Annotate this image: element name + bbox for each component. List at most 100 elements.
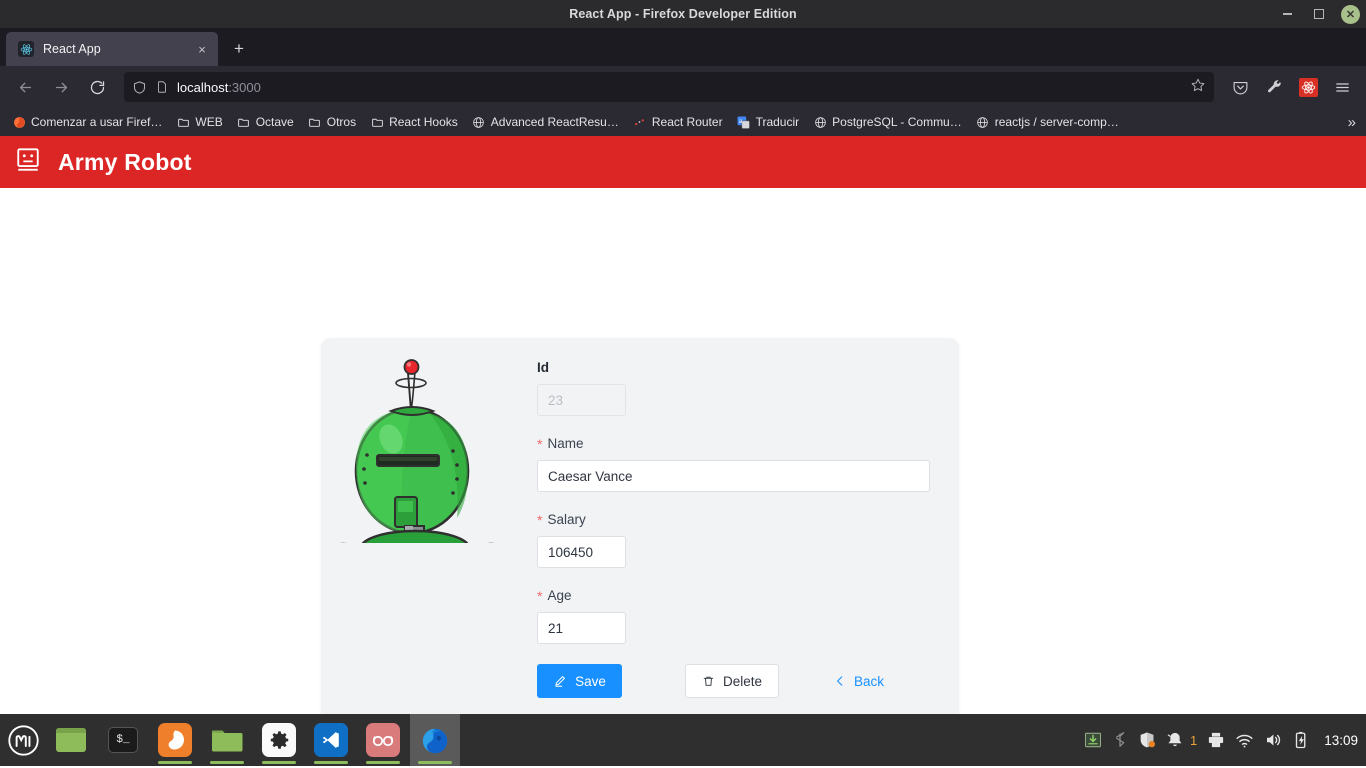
- globe-icon: [472, 115, 486, 129]
- field-group-id: Id 23: [537, 360, 931, 416]
- taskbar-item-settings[interactable]: [254, 714, 304, 766]
- glasses-icon: [366, 723, 400, 757]
- back-arrow-icon[interactable]: [10, 72, 40, 102]
- shield-icon[interactable]: [132, 80, 147, 95]
- app-header: Army Robot: [0, 136, 1366, 188]
- taskbar-item-show-desktop[interactable]: [46, 714, 96, 766]
- url-bar[interactable]: localhost:3000: [124, 72, 1214, 102]
- name-input[interactable]: Caesar Vance: [537, 460, 930, 492]
- delete-button[interactable]: Delete: [685, 664, 779, 698]
- taskbar-item-firefox[interactable]: [150, 714, 200, 766]
- bookmark-item[interactable]: Advanced ReactResu…: [466, 112, 625, 132]
- taskbar-item-terminal[interactable]: $_: [98, 714, 148, 766]
- taskbar-running-indicator: [210, 761, 244, 764]
- taskbar-item-files[interactable]: [202, 714, 252, 766]
- react-icon: [18, 41, 34, 57]
- green-robot-illustration: [321, 343, 525, 595]
- printer-icon[interactable]: [1207, 731, 1225, 749]
- react-router-icon: [633, 115, 647, 129]
- firefox-icon: [158, 723, 192, 757]
- system-tray: 1 13:09: [1084, 714, 1358, 766]
- forward-arrow-icon[interactable]: [46, 72, 76, 102]
- folder-icon: [176, 115, 190, 129]
- taskbar-item-firefox-developer[interactable]: [410, 714, 460, 766]
- taskbar-item-vscode[interactable]: [306, 714, 356, 766]
- bell-icon[interactable]: [1166, 731, 1184, 749]
- star-icon[interactable]: [1190, 77, 1206, 98]
- age-label: * Age: [537, 588, 931, 603]
- bookmark-item[interactable]: React Hooks: [364, 112, 464, 132]
- required-asterisk: *: [537, 587, 543, 604]
- translate-icon: a: [737, 115, 751, 129]
- back-button-label: Back: [854, 673, 885, 689]
- taskbar-running-indicator: [314, 761, 348, 764]
- taskbar-running-indicator: [262, 761, 296, 764]
- field-group-name: * Name Caesar Vance: [537, 436, 931, 492]
- bluetooth-icon[interactable]: [1112, 732, 1128, 748]
- globe-icon: [813, 115, 827, 129]
- folder-icon: [237, 115, 251, 129]
- folder-icon: [370, 115, 384, 129]
- reload-icon[interactable]: [82, 72, 112, 102]
- folder-icon: [210, 723, 244, 757]
- chevron-left-icon: [837, 676, 843, 686]
- bookmark-label: reactjs / server-comp…: [994, 115, 1119, 129]
- hamburger-menu-icon[interactable]: [1328, 73, 1356, 101]
- new-tab-button[interactable]: +: [224, 34, 254, 64]
- robot-detail-card: Id 23 * Name Caesar Vance * Salary 10645…: [321, 338, 959, 714]
- taskbar-running-indicator: [418, 761, 452, 764]
- bookmark-item[interactable]: Otros: [302, 112, 362, 132]
- browser-tab[interactable]: React App ×: [6, 32, 218, 66]
- url-text: localhost:3000: [177, 80, 1182, 95]
- taskbar-running-indicator: [366, 761, 400, 764]
- bookmark-item[interactable]: PostgreSQL - Commu…: [807, 112, 968, 132]
- tab-close-icon[interactable]: ×: [194, 42, 210, 57]
- linux-mint-menu-icon[interactable]: [0, 714, 46, 766]
- back-button[interactable]: Back: [833, 664, 884, 698]
- required-asterisk: *: [537, 511, 543, 528]
- window-icon: [56, 728, 86, 752]
- window-titlebar: React App - Firefox Developer Edition ✕: [0, 0, 1366, 28]
- bookmark-item[interactable]: Octave: [231, 112, 300, 132]
- maximize-icon[interactable]: [1309, 4, 1329, 24]
- bookmarks-overflow-icon[interactable]: »: [1344, 108, 1360, 136]
- bookmark-item[interactable]: Comenzar a usar Firef…: [6, 112, 168, 132]
- folder-icon: [308, 115, 322, 129]
- globe-icon: [976, 115, 990, 129]
- close-icon[interactable]: ✕: [1341, 4, 1360, 24]
- speaker-icon[interactable]: [1264, 731, 1282, 749]
- firefox-icon: [12, 115, 26, 129]
- react-devtools-badge: [1298, 77, 1318, 97]
- id-label-text: Id: [537, 360, 549, 375]
- robot-illustration-panel: [321, 338, 537, 714]
- edit-pencil-icon: [555, 675, 566, 687]
- url-host: localhost: [177, 79, 229, 95]
- minimize-icon[interactable]: [1277, 4, 1297, 24]
- wrench-icon[interactable]: [1260, 73, 1288, 101]
- bookmark-item[interactable]: a Traducir: [731, 112, 806, 132]
- save-button[interactable]: Save: [537, 664, 622, 698]
- salary-input[interactable]: 106450: [537, 536, 626, 568]
- download-icon[interactable]: [1084, 731, 1102, 749]
- taskbar-item-redshift[interactable]: [358, 714, 408, 766]
- react-devtools-icon[interactable]: [1294, 73, 1322, 101]
- page-icon[interactable]: [155, 80, 169, 94]
- notification-count: 1: [1189, 732, 1198, 748]
- delete-button-label: Delete: [722, 673, 762, 689]
- browser-tabstrip: React App × +: [0, 28, 1366, 66]
- taskbar-clock[interactable]: 13:09: [1324, 733, 1358, 748]
- bookmark-label: Comenzar a usar Firef…: [31, 115, 163, 129]
- bookmark-label: Advanced ReactResu…: [490, 115, 619, 129]
- bookmark-item[interactable]: reactjs / server-comp…: [970, 112, 1125, 132]
- id-label: Id: [537, 360, 931, 375]
- battery-charging-icon[interactable]: [1292, 731, 1310, 749]
- field-group-salary: * Salary 106450: [537, 512, 931, 568]
- age-input[interactable]: 21: [537, 612, 626, 644]
- bookmark-label: React Hooks: [389, 115, 458, 129]
- bookmark-item[interactable]: React Router: [627, 112, 729, 132]
- shield-icon[interactable]: [1138, 731, 1156, 749]
- bookmark-item[interactable]: WEB: [170, 112, 228, 132]
- wifi-icon[interactable]: [1235, 731, 1254, 750]
- salary-label: * Salary: [537, 512, 931, 527]
- pocket-icon[interactable]: [1226, 73, 1254, 101]
